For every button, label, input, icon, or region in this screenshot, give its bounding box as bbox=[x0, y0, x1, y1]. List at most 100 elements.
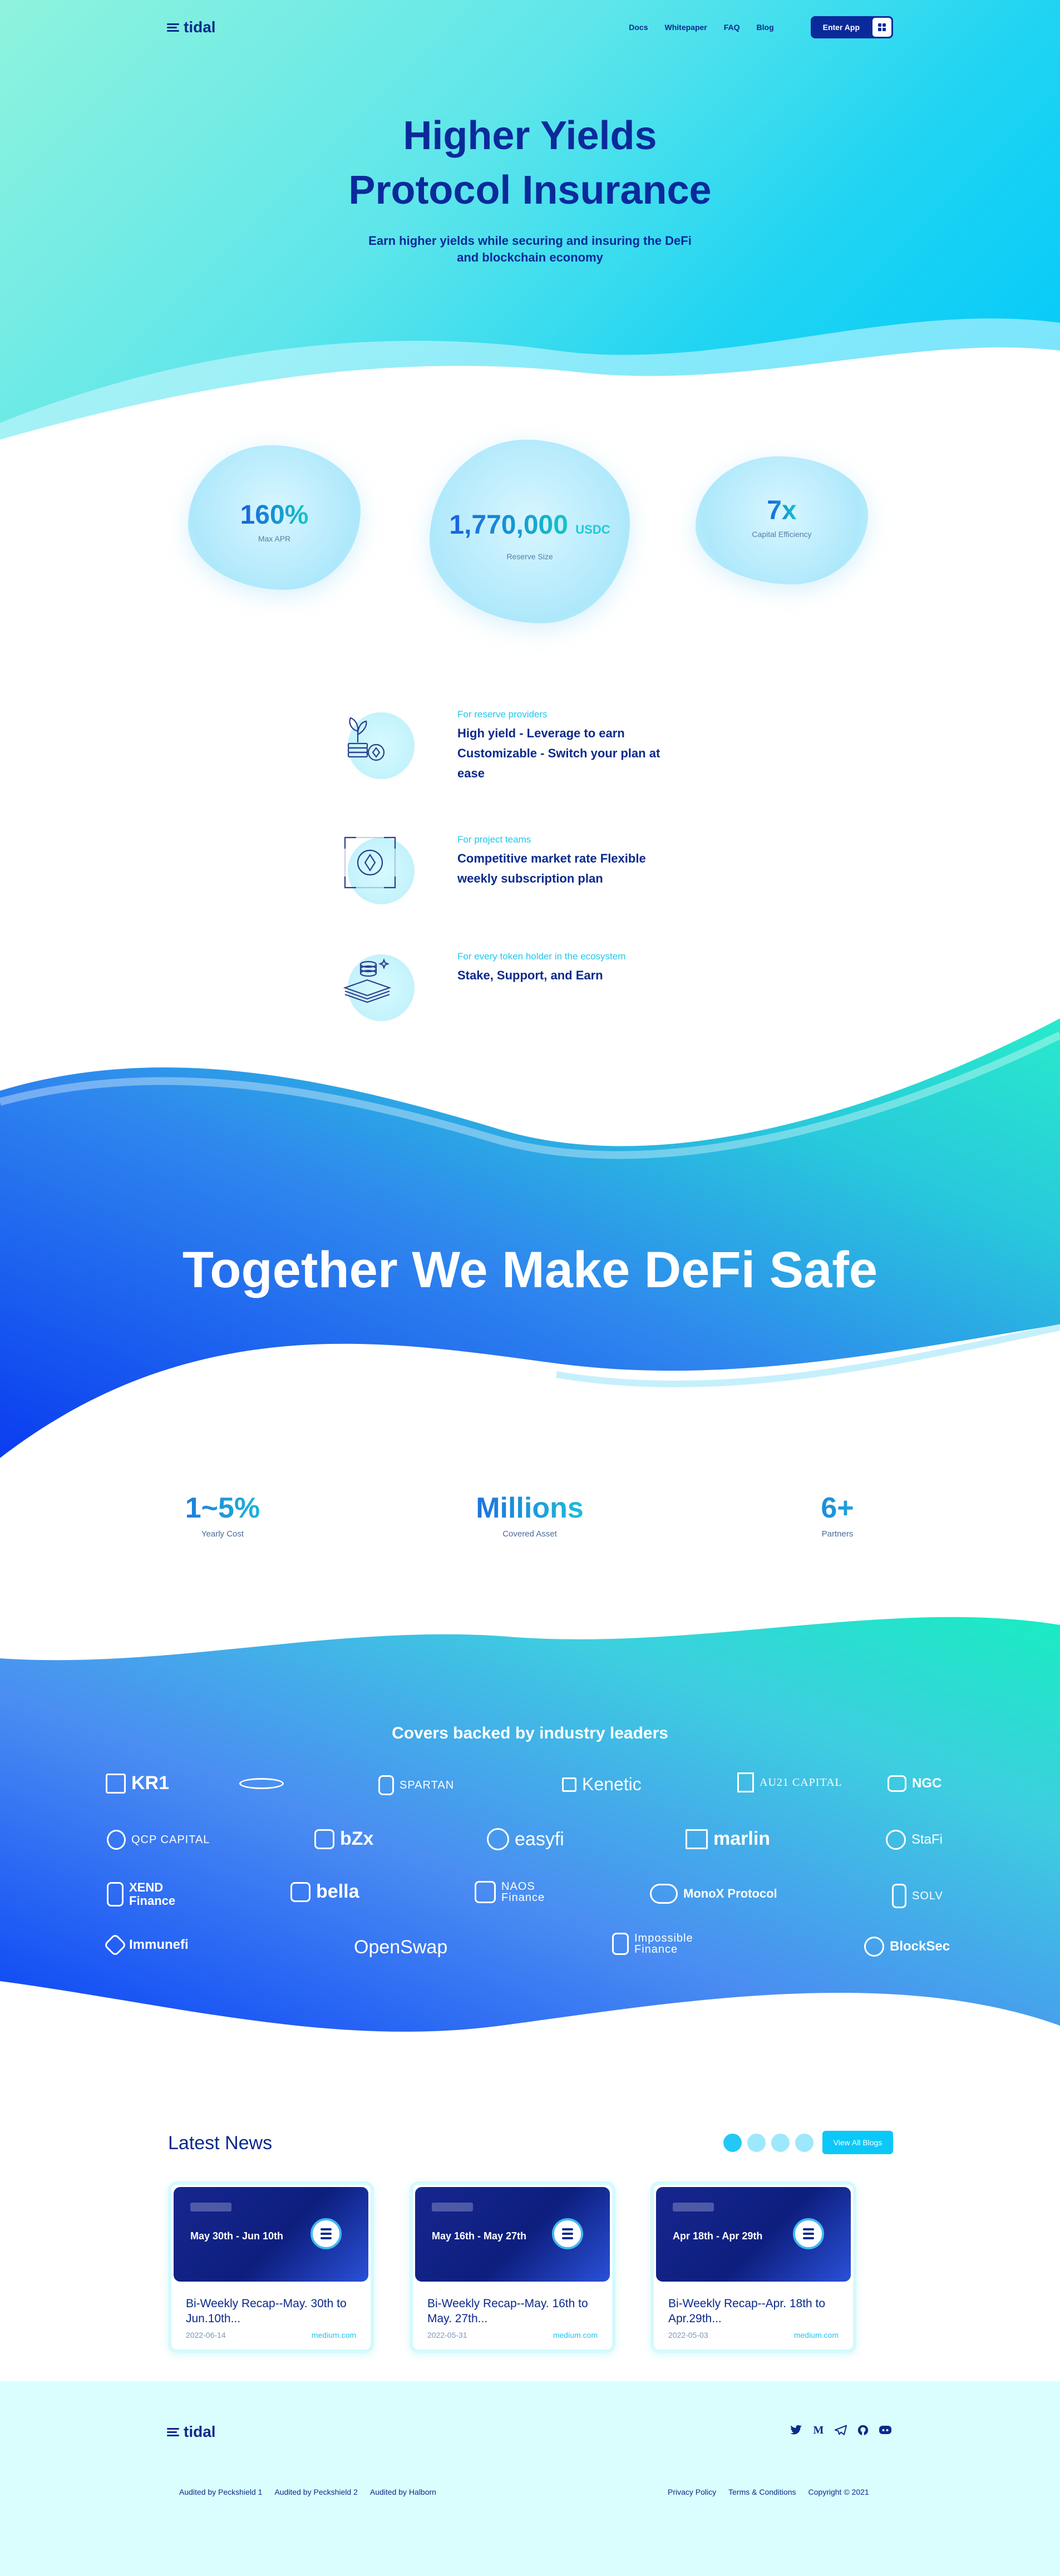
hero-wave bbox=[0, 318, 1060, 456]
easyfi-icon bbox=[487, 1828, 509, 1850]
nav-link-docs[interactable]: Docs bbox=[629, 23, 648, 32]
news-card-source[interactable]: medium.com bbox=[553, 2331, 598, 2339]
partners-band bbox=[0, 1617, 1060, 2032]
hero-section: tidal Docs Whitepaper FAQ Blog Enter App… bbox=[0, 0, 1060, 456]
xend-icon bbox=[107, 1882, 124, 1907]
metric-value: Millions bbox=[446, 1491, 613, 1525]
partner-logo-hypersphere bbox=[239, 1778, 284, 1789]
telegram-icon[interactable] bbox=[834, 2423, 848, 2437]
brand-name: tidal bbox=[184, 18, 216, 36]
news-card[interactable]: Apr 18th - Apr 29th Bi-Weekly Recap--Apr… bbox=[650, 2181, 856, 2353]
top-nav: tidal Docs Whitepaper FAQ Blog Enter App bbox=[167, 14, 893, 40]
metric-yearly-cost: 1~5% Yearly Cost bbox=[139, 1491, 306, 1539]
partner-logo-easyfi: easyfi bbox=[487, 1828, 564, 1850]
feature-tag: For reserve providers bbox=[457, 709, 548, 720]
partner-logo-naos: NAOS Finance bbox=[475, 1881, 546, 1903]
page-dot[interactable] bbox=[795, 2134, 814, 2152]
news-card-image: Apr 18th - Apr 29th bbox=[656, 2187, 851, 2282]
stat-value: 1,770,000 USDC bbox=[449, 510, 610, 540]
feature-tag: For every token holder in the ecosystem bbox=[457, 951, 626, 962]
bzx-icon bbox=[314, 1829, 334, 1849]
logo-icon bbox=[167, 2427, 179, 2436]
qcp-icon bbox=[107, 1830, 126, 1850]
news-pagination bbox=[723, 2134, 814, 2152]
enter-app-button[interactable]: Enter App bbox=[810, 16, 893, 38]
partner-logo-immunefi: Immunefi bbox=[103, 1933, 189, 1957]
hero-subtitle-line2: and blockchain economy bbox=[457, 250, 603, 264]
news-card[interactable]: May 16th - May 27th Bi-Weekly Recap--May… bbox=[410, 2181, 615, 2353]
metric-label: Partners bbox=[821, 1529, 854, 1539]
stafi-icon bbox=[886, 1830, 906, 1850]
news-card-source[interactable]: medium.com bbox=[312, 2331, 356, 2339]
partner-logo-impossible: Impossible Finance bbox=[612, 1933, 718, 1955]
together-title: Together We Make DeFi Safe bbox=[182, 1242, 878, 1298]
stat-max-apr: 160% Max APR bbox=[188, 445, 361, 590]
audit-link-peckshield-1[interactable]: Audited by Peckshield 1 bbox=[179, 2488, 262, 2496]
terms-link[interactable]: Terms & Conditions bbox=[728, 2488, 796, 2496]
feature-description: High yield - Leverage to earn Customizab… bbox=[457, 726, 660, 780]
bella-icon bbox=[290, 1881, 310, 1902]
news-card-image: May 16th - May 27th bbox=[415, 2187, 610, 2282]
hypersphere-icon bbox=[239, 1778, 284, 1789]
medium-icon[interactable]: M bbox=[811, 2423, 826, 2437]
audit-link-halborn[interactable]: Audited by Halborn bbox=[370, 2488, 436, 2496]
stat-value: 7x bbox=[767, 496, 797, 525]
stat-unit: USDC bbox=[575, 523, 610, 536]
news-card-image: May 30th - Jun 10th bbox=[174, 2187, 368, 2282]
metric-value: 1~5% bbox=[139, 1491, 306, 1525]
naos-icon bbox=[475, 1881, 496, 1903]
privacy-policy-link[interactable]: Privacy Policy bbox=[668, 2488, 716, 2496]
news-card-banner: May 30th - Jun 10th bbox=[190, 2230, 284, 2242]
enter-app-label: Enter App bbox=[822, 23, 860, 32]
metric-label: Covered Asset bbox=[502, 1529, 557, 1539]
stat-label: Max APR bbox=[258, 534, 291, 543]
hero-title: Higher Yields Protocol Insurance bbox=[0, 109, 1060, 218]
news-card-headline[interactable]: Bi-Weekly Recap--Apr. 18th to Apr.29th..… bbox=[668, 2296, 846, 2326]
nav-link-blog[interactable]: Blog bbox=[757, 23, 774, 32]
page-dot[interactable] bbox=[747, 2134, 766, 2152]
github-icon[interactable] bbox=[856, 2423, 870, 2437]
news-card-headline[interactable]: Bi-Weekly Recap--May. 16th to May. 27th.… bbox=[427, 2296, 605, 2326]
brand-logo[interactable]: tidal bbox=[167, 18, 216, 36]
news-card-date: 2022-06-14 bbox=[186, 2331, 226, 2339]
stat-label: Capital Efficiency bbox=[752, 530, 812, 539]
partner-logo-kr1: KR1 bbox=[106, 1772, 169, 1794]
partner-logo-stafi: StaFi bbox=[886, 1830, 943, 1850]
metric-label: Yearly Cost bbox=[201, 1529, 244, 1539]
partner-logo-bella: bella bbox=[290, 1881, 359, 1903]
page-dot[interactable] bbox=[723, 2134, 742, 2152]
partner-logo-ngc: NGC bbox=[888, 1775, 941, 1792]
stat-value: 160% bbox=[240, 500, 309, 530]
audit-link-peckshield-2[interactable]: Audited by Peckshield 2 bbox=[274, 2488, 357, 2496]
nav-link-whitepaper[interactable]: Whitepaper bbox=[665, 23, 707, 32]
legal-links: Privacy Policy Terms & Conditions Copyri… bbox=[668, 2488, 869, 2496]
hero-subtitle-line1: Earn higher yields while securing and in… bbox=[368, 234, 692, 248]
news-card-date: 2022-05-31 bbox=[427, 2331, 467, 2339]
feature-reserve-providers: For reserve providers High yield - Lever… bbox=[339, 707, 729, 796]
marlin-icon bbox=[686, 1829, 708, 1849]
news-card[interactable]: May 30th - Jun 10th Bi-Weekly Recap--May… bbox=[168, 2181, 374, 2353]
page-dot[interactable] bbox=[771, 2134, 790, 2152]
discord-icon[interactable] bbox=[878, 2423, 893, 2437]
partner-logo-kenetic: Kenetic bbox=[562, 1774, 642, 1795]
monox-icon bbox=[650, 1884, 678, 1904]
news-card-banner: Apr 18th - Apr 29th bbox=[673, 2230, 763, 2242]
twitter-icon[interactable] bbox=[789, 2423, 803, 2437]
app-grid-button[interactable] bbox=[871, 16, 893, 38]
view-all-blogs-button[interactable]: View All Blogs bbox=[822, 2131, 893, 2154]
latest-news-title: Latest News bbox=[168, 2132, 273, 2154]
news-card-headline[interactable]: Bi-Weekly Recap--May. 30th to Jun.10th..… bbox=[186, 2296, 364, 2326]
stat-label: Reserve Size bbox=[506, 552, 553, 561]
blocksec-icon bbox=[864, 1937, 884, 1957]
partner-logo-openswap: OpenSwap bbox=[354, 1937, 448, 1958]
footer-logo[interactable]: tidal bbox=[167, 2423, 216, 2441]
partner-logo-blocksec: BlockSec bbox=[864, 1937, 950, 1957]
feature-tag: For project teams bbox=[457, 834, 531, 845]
nav-link-faq[interactable]: FAQ bbox=[724, 23, 740, 32]
spartan-icon bbox=[378, 1775, 394, 1795]
hero-subtitle: Earn higher yields while securing and in… bbox=[0, 233, 1060, 266]
grid-icon bbox=[878, 23, 886, 31]
impossible-icon bbox=[612, 1933, 629, 1955]
news-card-source[interactable]: medium.com bbox=[794, 2331, 839, 2339]
social-links: M bbox=[789, 2423, 893, 2437]
